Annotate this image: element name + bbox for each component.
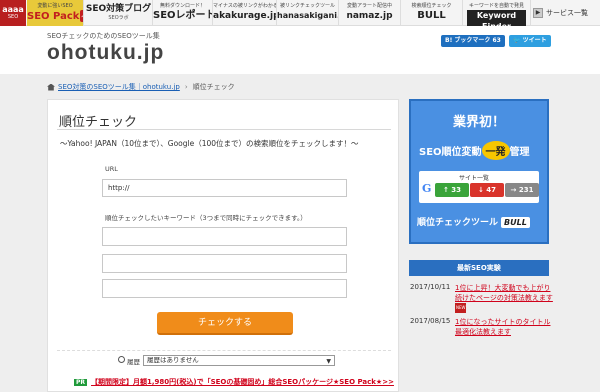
dashed-divider: [57, 350, 391, 351]
site-logo[interactable]: ohotuku.jp: [47, 41, 164, 65]
tweet-button[interactable]: 🐦 ツイート: [509, 35, 551, 47]
bull-logo: BULL: [501, 217, 530, 228]
bull-promo-banner[interactable]: 業界初！ SEO順位変動 一発 管理 サイト一覧 G ↑ 33 ↓ 47 → 231…: [409, 99, 549, 244]
banner-small-text: 無料ダウンロード！: [159, 3, 205, 9]
banner-small-text: 検索順位チェック: [411, 3, 452, 9]
banner-bull[interactable]: 検索順位チェック BULL: [401, 0, 463, 26]
check-button[interactable]: チェックする: [157, 312, 293, 335]
brand-logo-icon[interactable]: aaaa SEO: [0, 0, 26, 26]
news-date: 2017/08/15: [410, 317, 451, 325]
keyword-input-3[interactable]: [102, 279, 347, 298]
banner-small-text: 変動アラート配信中: [346, 3, 392, 9]
banner-title: BULL: [417, 10, 446, 21]
breadcrumb-home-link[interactable]: SEO対策のSEOツール集｜ohotuku.jp: [58, 83, 180, 91]
news-date: 2017/10/11: [410, 283, 451, 291]
keyword-input-1[interactable]: [102, 227, 347, 246]
banner-small-text: 被リンクチェックツール: [279, 3, 335, 9]
banner-seo-pack[interactable]: 変動に強いSEO SEO Pack人気: [27, 0, 84, 26]
banner-keyword-finder[interactable]: キーワードを自動で発見 Keyword Finder: [463, 0, 531, 26]
banner-title: SEOレポート: [153, 10, 213, 21]
banner-small-text: マイナスの被リンクがわかる: [213, 3, 277, 9]
banner-small-text: キーワードを自動で発見: [468, 3, 524, 9]
banner-title: namaz.jp: [346, 11, 393, 21]
page-title: 順位チェック: [59, 115, 138, 130]
site-list-preview: サイト一覧 G ↑ 33 ↓ 47 → 231: [419, 171, 539, 203]
title-divider: [57, 129, 391, 130]
news-heading: 最新SEO実験: [409, 260, 549, 276]
pr-badge: PR: [74, 379, 88, 386]
keyword-label: 順位チェックしたいキーワード（3つまで同時にチェックできます。）: [105, 214, 307, 222]
chevron-down-icon: ▼: [326, 358, 331, 365]
breadcrumb-separator: ›: [184, 83, 188, 91]
banner-headline: 業界初！: [452, 115, 505, 130]
popular-badge: 人気: [80, 10, 83, 22]
site-header: SEOチェックのためのSEOツール集 ohotuku.jp B! ブックマーク …: [0, 26, 600, 74]
url-input[interactable]: http://: [102, 179, 347, 197]
twitter-bird-icon: 🐦: [513, 37, 523, 44]
new-badge: NEW: [455, 303, 467, 313]
banner-title: akakurage.jp: [213, 11, 277, 21]
banner-namaz[interactable]: 変動アラート配信中 namaz.jp: [339, 0, 401, 26]
home-icon: [47, 83, 55, 91]
banner-seo-blog[interactable]: SEO対策ブログ SEOラボ: [85, 0, 153, 26]
pr-ad-link[interactable]: 【期間限定】月額1,980円(税込)で「SEOの基礎固め」総合SEOパッケージ★…: [91, 378, 394, 386]
banner-seo-report[interactable]: 無料ダウンロード！ SEOレポート: [153, 0, 213, 26]
banner-small-text: 変動に強いSEO: [37, 3, 73, 9]
breadcrumb: SEO対策のSEOツール集｜ohotuku.jp › 順位チェック: [47, 82, 235, 92]
keyword-input-2[interactable]: [102, 254, 347, 273]
banner-title: SEO対策ブログ: [85, 4, 152, 14]
site-tagline: SEOチェックのためのSEOツール集: [47, 32, 160, 40]
banner-title: Keyword Finder: [467, 10, 526, 26]
banner-akakurage[interactable]: マイナスの被リンクがわかる akakurage.jp: [213, 0, 277, 26]
site-list-label: サイト一覧: [459, 175, 490, 182]
news-link[interactable]: 1位に上昇！大変動でも上がり続けたページの対策法教えます NEW: [455, 283, 553, 313]
rank-same-count: → 231: [505, 183, 539, 197]
banner-hanasakigani[interactable]: 被リンクチェックツール hanasakigani.jp: [277, 0, 339, 26]
arrow-right-icon: ▶: [533, 8, 543, 18]
clock-icon: [118, 356, 125, 363]
pr-ad-line: PR 【期間限定】月額1,980円(税込)で「SEOの基礎固め」総合SEOパッケー…: [74, 377, 394, 387]
history-select[interactable]: 履歴はありません ▼: [143, 355, 335, 366]
banner-sub-text: SEOラボ: [108, 15, 129, 21]
banner-title: hanasakigani.jp: [277, 11, 338, 20]
top-banner-strip: aaaa SEO 変動に強いSEO SEO Pack人気 SEO対策ブログ SE…: [0, 0, 600, 26]
hatena-bookmark-button[interactable]: B! ブックマーク 63: [441, 35, 505, 47]
banner-title: SEO Pack人気: [27, 10, 83, 23]
breadcrumb-current: 順位チェック: [192, 83, 235, 91]
banner-subheadline: SEO順位変動 一発 管理: [419, 141, 530, 160]
banner-tool-name: 順位チェックツール BULL: [417, 215, 530, 228]
rank-up-count: ↑ 33: [435, 183, 469, 197]
rank-check-panel: 順位チェック ～Yahoo! JAPAN（10位まで）、Google（100位ま…: [47, 99, 399, 392]
service-list-link[interactable]: ▶ サービス一覧: [533, 5, 599, 21]
page-description: ～Yahoo! JAPAN（10位まで）、Google（100位まで）の検索順位…: [60, 139, 359, 148]
url-label: URL: [105, 165, 118, 173]
google-icon: G: [422, 182, 432, 195]
news-link[interactable]: 1位になったサイトのタイトル最適化法教えます: [455, 317, 553, 337]
rank-down-count: ↓ 47: [470, 183, 504, 197]
banner-highlight: 一発: [481, 141, 510, 160]
history-label: 履歴: [127, 358, 140, 366]
